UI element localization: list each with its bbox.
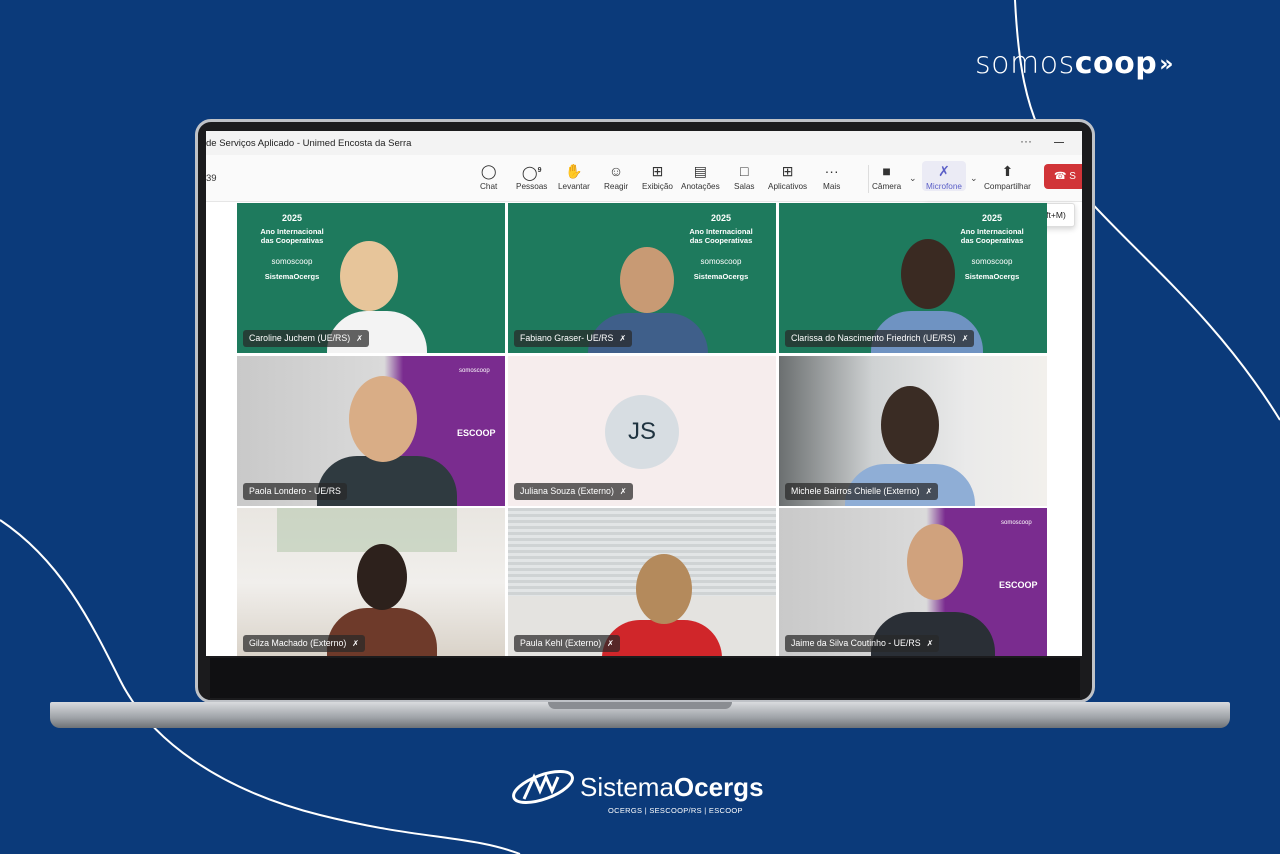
camera-button[interactable]: ■ Câmera	[872, 161, 901, 191]
ocergs-emblem-icon	[512, 770, 574, 804]
participant-name: Fabiano Graser- UE/RS ✗	[514, 330, 633, 347]
teams-meeting-window: de Serviços Aplicado - Unimed Encosta da…	[206, 131, 1082, 656]
chat-icon: ◯	[480, 163, 497, 179]
title-bar: de Serviços Aplicado - Unimed Encosta da…	[206, 131, 1082, 155]
laptop-notch	[548, 702, 732, 709]
mic-muted-icon: ✗	[619, 334, 627, 343]
camera-icon: ■	[882, 163, 891, 179]
video-tile[interactable]: Paula Kehl (Externo) ✗	[508, 508, 776, 656]
participant-head	[881, 386, 939, 464]
participant-name: Michele Bairros Chielle (Externo) ✗	[785, 483, 939, 500]
apps-button[interactable]: ⊞ Aplicativos	[768, 161, 807, 191]
raise-hand-button[interactable]: ✋ Levantar	[558, 161, 590, 191]
mic-muted-icon: ✗	[352, 639, 359, 648]
video-tile[interactable]: ESCOOP somoscoop Jaime da Silva Coutinho…	[779, 508, 1047, 656]
mic-muted-icon: ✗	[607, 639, 614, 648]
share-icon: ⬆	[1001, 163, 1014, 179]
background-board	[277, 508, 457, 552]
participant-name: Gilza Machado (Externo) ✗	[243, 635, 365, 652]
ellipsis-icon: ···	[824, 163, 839, 179]
rooms-button[interactable]: □ Salas	[734, 161, 754, 191]
participant-head	[349, 376, 417, 462]
video-tile[interactable]: Michele Bairros Chielle (Externo) ✗	[779, 356, 1047, 506]
video-tile[interactable]: 2025 Ano Internacional das Cooperativas s…	[508, 203, 776, 353]
mic-muted-icon: ✗	[926, 639, 934, 648]
people-button[interactable]: ◯9 Pessoas	[516, 161, 547, 191]
share-button[interactable]: ⬆ Compartilhar	[984, 161, 1031, 191]
mic-muted-icon: ✗	[619, 487, 627, 496]
microphone-options-chevron-icon[interactable]: ⌄	[970, 173, 978, 184]
mic-muted-icon: ✗	[356, 334, 363, 343]
participant-head	[357, 544, 407, 610]
camera-options-chevron-icon[interactable]: ⌄	[909, 173, 917, 184]
participant-head	[636, 554, 692, 624]
backdrop-logo: 2025 Ano Internacional das Cooperativas s…	[960, 213, 1024, 281]
participant-body	[602, 620, 722, 656]
notes-button[interactable]: ▤ Anotações	[681, 161, 720, 191]
hand-icon: ✋	[565, 163, 583, 179]
more-options-icon[interactable]: ···	[1020, 134, 1032, 148]
rooms-icon: □	[740, 163, 749, 179]
react-button[interactable]: ☺ Reagir	[604, 161, 628, 191]
backdrop-logo: 2025 Ano Internacional das Cooperativas s…	[689, 213, 753, 281]
participant-head	[620, 247, 674, 313]
participant-name: Paula Kehl (Externo) ✗	[514, 635, 620, 652]
people-icon: ◯9	[521, 164, 542, 181]
somoscoop-logo: somoscoop	[1001, 520, 1032, 526]
escoop-logo: ESCOOP	[457, 428, 496, 438]
mic-muted-icon: ✗	[961, 334, 969, 343]
participant-name: Jaime da Silva Coutinho - UE/RS ✗	[785, 635, 940, 652]
mic-muted-icon: ✗	[925, 487, 933, 496]
video-tile[interactable]: JS Juliana Souza (Externo) ✗	[508, 356, 776, 506]
participant-avatar: JS	[605, 395, 679, 469]
participant-name: Paola Londero - UE/RS	[243, 483, 347, 500]
backdrop-logo: 2025 Ano Internacional das Cooperativas s…	[260, 213, 324, 281]
toolbar-divider	[868, 165, 869, 193]
participant-name: Juliana Souza (Externo) ✗	[514, 483, 633, 500]
smiley-icon: ☺	[608, 163, 624, 179]
video-tile[interactable]: 2025 Ano Internacional das Cooperativas s…	[237, 203, 505, 353]
notes-icon: ▤	[693, 163, 707, 179]
somoscoop-logo: somoscoop	[459, 368, 490, 374]
more-button[interactable]: ··· Mais	[823, 161, 840, 191]
microphone-button[interactable]: ✗ Microfone	[922, 161, 966, 191]
leave-button[interactable]: ☎ S	[1044, 164, 1082, 189]
escoop-logo: ESCOOP	[999, 580, 1038, 590]
chat-button[interactable]: ◯ Chat	[480, 161, 497, 191]
microphone-muted-icon: ✗	[938, 163, 950, 179]
plus-icon: ⊞	[781, 163, 794, 179]
grid-icon: ⊞	[651, 163, 664, 179]
window-title: de Serviços Aplicado - Unimed Encosta da…	[206, 138, 412, 149]
minimize-icon[interactable]	[1054, 142, 1064, 143]
participant-name: Clarissa do Nascimento Friedrich (UE/RS)…	[785, 330, 975, 347]
laptop-keyboard	[210, 658, 1080, 698]
participant-head	[907, 524, 963, 600]
participant-name: Caroline Juchem (UE/RS) ✗	[243, 330, 369, 347]
meeting-toolbar: 39 ◯ Chat ◯9 Pessoas ✋ Levantar ☺ Reagir…	[206, 155, 1082, 202]
participant-head	[340, 241, 398, 311]
participant-head	[901, 239, 955, 309]
video-tile[interactable]: 2025 Ano Internacional das Cooperativas s…	[779, 203, 1047, 353]
promo-banner: { "brand_top": {"light": "somos", "bold"…	[0, 0, 1280, 854]
video-tile[interactable]: Gilza Machado (Externo) ✗	[237, 508, 505, 656]
video-tile[interactable]: ESCOOP somoscoop Paola Londero - UE/RS	[237, 356, 505, 506]
view-button[interactable]: ⊞ Exibição	[642, 161, 673, 191]
phone-hangup-icon: ☎	[1054, 171, 1067, 182]
meeting-timer: 39	[206, 173, 217, 184]
somoscoop-logo: somoscoop»	[975, 46, 1174, 81]
